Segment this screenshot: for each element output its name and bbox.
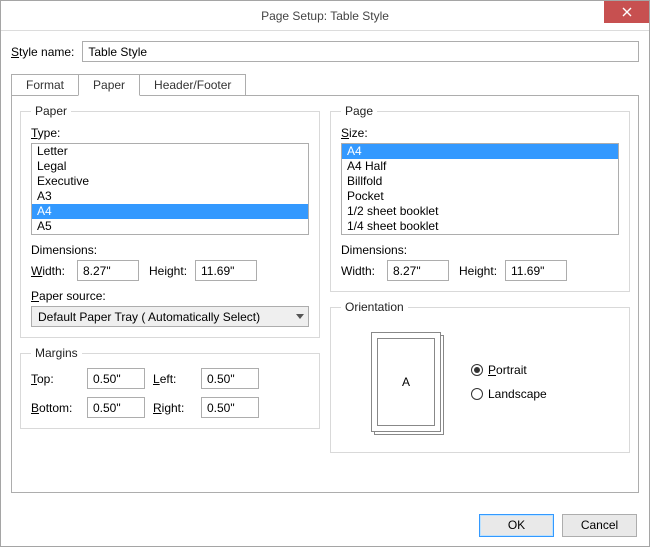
orientation-preview: A: [371, 332, 441, 432]
margin-bottom-input[interactable]: [87, 397, 145, 418]
paper-source-select[interactable]: Default Paper Tray ( Automatically Selec…: [31, 306, 309, 327]
chevron-down-icon: [296, 314, 304, 319]
tab-panel-paper: Paper Type: LetterLegalExecutiveA3A4A5 D…: [11, 95, 639, 493]
list-item[interactable]: Executive: [32, 174, 308, 189]
paper-legend: Paper: [31, 104, 71, 118]
paper-dimensions-label: Dimensions:: [31, 243, 309, 257]
list-item[interactable]: Pocket: [342, 189, 618, 204]
margin-top-input[interactable]: [87, 368, 145, 389]
list-item[interactable]: 1/2 sheet booklet: [342, 204, 618, 219]
close-icon: [622, 7, 632, 17]
window-title: Page Setup: Table Style: [261, 9, 389, 23]
paper-width-input[interactable]: [77, 260, 139, 281]
tab-format[interactable]: Format: [11, 74, 79, 96]
margin-right-label: Right:: [153, 401, 193, 415]
list-item[interactable]: A3: [32, 189, 308, 204]
orientation-group: Orientation A Portrait: [330, 300, 630, 453]
list-item[interactable]: A4: [32, 204, 308, 219]
paper-type-list[interactable]: LetterLegalExecutiveA3A4A5: [31, 143, 309, 235]
orientation-portrait-label: Portrait: [488, 363, 527, 377]
style-name-label: Style name:: [11, 45, 74, 59]
list-item[interactable]: Legal: [32, 159, 308, 174]
paper-width-label: Width:: [31, 264, 71, 278]
page-height-label: Height:: [459, 264, 499, 278]
page-width-input[interactable]: [387, 260, 449, 281]
margin-right-input[interactable]: [201, 397, 259, 418]
radio-icon: [471, 364, 483, 376]
paper-height-label: Height:: [149, 264, 189, 278]
page-size-label: Size:: [341, 126, 619, 140]
margins-group: Margins Top: Left: Bottom: Right:: [20, 346, 320, 429]
orientation-landscape-label: Landscape: [488, 387, 547, 401]
radio-icon: [471, 388, 483, 400]
orientation-preview-letter: A: [402, 375, 410, 389]
paper-group: Paper Type: LetterLegalExecutiveA3A4A5 D…: [20, 104, 320, 338]
margin-bottom-label: Bottom:: [31, 401, 79, 415]
list-item[interactable]: A4 Half: [342, 159, 618, 174]
orientation-portrait-radio[interactable]: Portrait: [471, 363, 547, 377]
list-item[interactable]: A4: [342, 144, 618, 159]
paper-source-label: Paper source:: [31, 289, 309, 303]
margin-left-label: Left:: [153, 372, 193, 386]
style-name-input[interactable]: [82, 41, 639, 62]
tab-strip: Format Paper Header/Footer: [11, 74, 639, 96]
list-item[interactable]: Billfold: [342, 174, 618, 189]
ok-button[interactable]: OK: [479, 514, 554, 537]
close-button[interactable]: [604, 1, 649, 23]
list-item[interactable]: 1/4 sheet booklet: [342, 219, 618, 234]
paper-source-value: Default Paper Tray ( Automatically Selec…: [38, 310, 260, 324]
orientation-legend: Orientation: [341, 300, 408, 314]
paper-height-input[interactable]: [195, 260, 257, 281]
page-dimensions-label: Dimensions:: [341, 243, 619, 257]
page-size-list[interactable]: A4A4 HalfBillfoldPocket1/2 sheet booklet…: [341, 143, 619, 235]
page-height-input[interactable]: [505, 260, 567, 281]
title-bar: Page Setup: Table Style: [1, 1, 649, 31]
paper-type-label: Type:: [31, 126, 309, 140]
orientation-landscape-radio[interactable]: Landscape: [471, 387, 547, 401]
page-width-label: Width:: [341, 264, 381, 278]
margin-left-input[interactable]: [201, 368, 259, 389]
cancel-button[interactable]: Cancel: [562, 514, 637, 537]
list-item[interactable]: Letter: [32, 144, 308, 159]
dialog-footer: OK Cancel: [1, 504, 649, 546]
tab-header-footer[interactable]: Header/Footer: [139, 74, 246, 96]
tab-paper[interactable]: Paper: [78, 74, 140, 96]
margins-legend: Margins: [31, 346, 82, 360]
page-group: Page Size: A4A4 HalfBillfoldPocket1/2 sh…: [330, 104, 630, 292]
margin-top-label: Top:: [31, 372, 79, 386]
list-item[interactable]: A5: [32, 219, 308, 234]
page-legend: Page: [341, 104, 377, 118]
